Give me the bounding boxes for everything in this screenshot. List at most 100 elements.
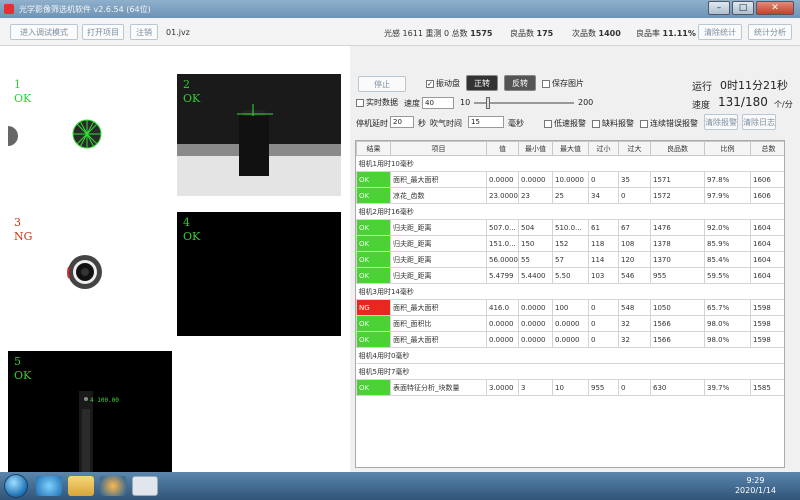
table-cell: 23 (518, 187, 553, 204)
result-cell: OK (356, 235, 391, 252)
stop-button[interactable]: 停止 (358, 76, 406, 92)
column-header[interactable]: 项目 (390, 141, 487, 156)
column-header[interactable]: 过大 (618, 141, 651, 156)
table-cell: 1572 (650, 187, 705, 204)
table-row[interactable]: OK 归夫距_距离 507.0... 504 510.0... 61 67 1476 92.0%… (356, 219, 784, 236)
running-time: 0时11分21秒 (720, 79, 788, 92)
low-speed-alarm-checkbox[interactable]: 低速报警 (544, 118, 586, 129)
speed-slider-track[interactable] (474, 97, 574, 109)
open-project-button[interactable]: 打开项目 (82, 24, 124, 40)
table-cell: 108 (618, 235, 651, 252)
table-row[interactable]: OK 归夫距_距离 151.0... 150 152 118 108 1378 85.9% 160… (356, 235, 784, 252)
camera-1-image (8, 119, 102, 149)
clear-stats-button[interactable]: 清除统计 (698, 24, 742, 40)
maximize-button[interactable]: □ (732, 1, 754, 15)
window-title: 光学影像筛选机软件 v2.6.54 (64位) (19, 4, 151, 14)
clear-log-button[interactable]: 清除日志 (742, 114, 776, 130)
table-cell: 0 (588, 299, 619, 316)
table-cell: 548 (618, 299, 651, 316)
results-table: 结果 项目值最小值 最大值 过小 过大 良品数 比例 总数 相机1用时10毫秒 OK 面积_最大面… (355, 140, 785, 468)
column-header[interactable]: 值 (486, 141, 519, 156)
group-label: 相机4用时0毫秒 (356, 347, 784, 364)
camera-5-image (79, 391, 93, 473)
table-cell: 39.7% (704, 379, 751, 396)
table-cell: 120 (618, 251, 651, 268)
column-header[interactable]: 最小值 (518, 141, 553, 156)
table-cell: 35 (618, 171, 651, 188)
camera-5-overlay: 4 100.00 (90, 397, 119, 404)
stop-delay-label: 停机延时 (356, 119, 388, 128)
result-cell: NG (356, 299, 391, 316)
table-cell: 65.7% (704, 299, 751, 316)
table-cell: 100 (552, 299, 589, 316)
save-image-checkbox[interactable]: 保存图片 (542, 78, 584, 89)
column-header[interactable]: 总数 (750, 141, 784, 156)
stop-delay-input[interactable]: 20 (390, 116, 414, 128)
taskbar-clock[interactable]: 9:29 2020/1/14 (735, 476, 776, 496)
table-row[interactable]: OK 面积_最大面积 0.0000 0.0000 10.0000 0 35 1571 97.8%… (356, 171, 784, 188)
ie-icon[interactable] (36, 476, 62, 496)
column-header[interactable]: 比例 (704, 141, 751, 156)
group-label: 相机1用时10毫秒 (356, 155, 784, 172)
realtime-data-checkbox[interactable]: 实时数据 (356, 97, 398, 108)
app-icon[interactable] (132, 476, 158, 496)
table-cell: 23.0000 (486, 187, 519, 204)
minimize-button[interactable]: – (708, 1, 730, 15)
group-row[interactable]: 相机4用时0毫秒 (356, 347, 784, 364)
table-cell: 510.0... (552, 219, 589, 236)
table-cell: 98.0% (704, 331, 751, 348)
table-cell: 416.0 (486, 299, 519, 316)
vibration-checkbox[interactable]: ✓ 振动盘 (426, 78, 460, 89)
column-header[interactable]: 过小 (588, 141, 619, 156)
table-cell: 1378 (650, 235, 705, 252)
table-cell: 0 (588, 171, 619, 188)
main-window: 进入调试模式 打开项目 注销 01.jvz 光感 1611 重测 0 总数 15… (0, 18, 800, 473)
table-cell: 0.0000 (552, 331, 589, 348)
close-button[interactable]: ✕ (756, 1, 794, 15)
table-cell: 5.4799 (486, 267, 519, 284)
table-cell: 3.0000 (486, 379, 519, 396)
blow-time-input[interactable]: 15 (468, 116, 504, 128)
camera-3-view: 3 NG (8, 212, 174, 342)
table-row[interactable]: OK 表面特征分析_块数量 3.0000 3 10 955 0 630 39.7% 1585 (356, 379, 784, 396)
windows-start-icon[interactable] (4, 474, 28, 498)
forward-button[interactable]: 正转 (466, 75, 498, 91)
table-row[interactable]: NG 面积_最大面积 416.0 0.0000 100 0 548 1050 65.7% 1598 (356, 299, 784, 316)
group-row[interactable]: 相机2用时16毫秒 (356, 203, 784, 220)
table-cell: 1566 (650, 331, 705, 348)
table-row[interactable]: OK 凉花_齿数 23.0000 23 25 34 0 1572 97.9% 1606 (356, 187, 784, 204)
yield-rate: 良品率 11.11% (636, 29, 696, 38)
result-cell: OK (356, 171, 391, 188)
good-count: 良品数 175 (510, 29, 554, 38)
column-header[interactable]: 结果 (356, 141, 391, 156)
group-row[interactable]: 相机5用时7毫秒 (356, 363, 784, 380)
table-cell: 1598 (750, 331, 784, 348)
table-cell: 504 (518, 219, 553, 236)
debug-mode-button[interactable]: 进入调试模式 (10, 24, 78, 40)
stats-analysis-button[interactable]: 统计分析 (748, 24, 792, 40)
shortage-alarm-checkbox[interactable]: 缺料报警 (592, 118, 634, 129)
table-cell: 5.50 (552, 267, 589, 284)
speed-setting-input[interactable]: 40 (422, 97, 454, 109)
table-row[interactable]: OK 面积_面积比 0.0000 0.0000 0.0000 0 32 1566 98.0% 15… (356, 315, 784, 332)
folder-icon[interactable] (68, 476, 94, 496)
speed-slider-thumb[interactable] (485, 97, 490, 109)
consecutive-error-alarm-checkbox[interactable]: 连续错误报警 (640, 118, 698, 129)
table-cell: 955 (650, 267, 705, 284)
column-header[interactable]: 良品数 (650, 141, 705, 156)
media-player-icon[interactable] (100, 476, 126, 496)
group-row[interactable]: 相机1用时10毫秒 (356, 155, 784, 172)
table-row[interactable]: OK 归夫距_距离 5.4799 5.4400 5.50 103 546 955 59.5% 16… (356, 267, 784, 284)
group-row[interactable]: 相机3用时14毫秒 (356, 283, 784, 300)
camera-2-view: 2 OK (177, 74, 341, 196)
logout-button[interactable]: 注销 (130, 24, 158, 40)
table-cell: 归夫距_距离 (390, 219, 487, 236)
speed-setting-label: 速度 (404, 99, 420, 108)
reverse-button[interactable]: 反转 (504, 75, 536, 91)
table-row[interactable]: OK 面积_最大面积 0.0000 0.0000 0.0000 0 32 1566 98.0% 1… (356, 331, 784, 348)
camera-number: 2 (183, 78, 190, 91)
table-header: 结果 项目值最小值 最大值 过小 过大 良品数 比例 总数 (356, 141, 784, 156)
table-row[interactable]: OK 归夫距_距离 56.0000 55 57 114 120 1370 85.4% 1604 (356, 251, 784, 268)
clear-alarm-button[interactable]: 清除报警 (704, 114, 738, 130)
column-header[interactable]: 最大值 (552, 141, 589, 156)
